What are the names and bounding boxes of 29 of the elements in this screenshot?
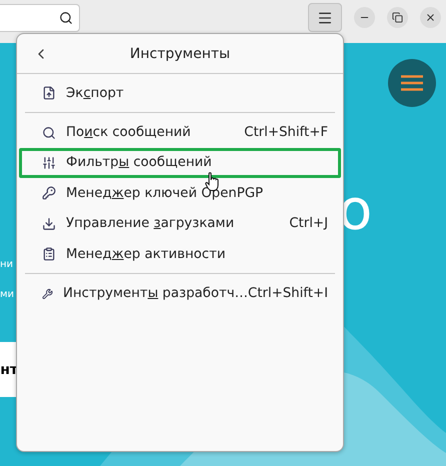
- wrench-icon: [42, 286, 54, 301]
- body-text: ми: [0, 289, 14, 300]
- search-icon: [59, 10, 73, 24]
- download-icon: [42, 216, 56, 231]
- sliders-icon: [42, 156, 56, 170]
- search-field[interactable]: [0, 4, 80, 32]
- menu-icon: [401, 75, 423, 91]
- clipboard-icon: [42, 247, 56, 262]
- shortcut-text: Ctrl+J: [289, 216, 328, 232]
- menu-item[interactable]: Поиск сообщений Ctrl+Shift+F: [19, 117, 341, 148]
- close-button[interactable]: [420, 7, 441, 28]
- menu-item[interactable]: Менеджер активности: [19, 238, 341, 270]
- menu-item[interactable]: Экспорт: [19, 78, 341, 108]
- shortcut-text: Ctrl+Shift+I: [248, 286, 328, 302]
- body-text: ни: [0, 259, 14, 270]
- export-icon: [42, 86, 56, 100]
- key-icon: [42, 186, 56, 200]
- restore-icon: [392, 12, 403, 23]
- search-icon: [42, 126, 56, 140]
- menu-item[interactable]: Фильтры сообщений: [19, 148, 341, 178]
- menu-item[interactable]: Инструменты разработч…Ctrl+Shift+I: [19, 278, 341, 309]
- menu-button[interactable]: [308, 3, 342, 32]
- restore-button[interactable]: [387, 7, 408, 28]
- close-icon: [425, 12, 436, 23]
- shortcut-text: Ctrl+Shift+F: [244, 125, 328, 140]
- menu-item[interactable]: Менеджер ключей OpenPGP: [19, 178, 341, 209]
- menu-icon: [317, 10, 333, 26]
- menu-title: Инструменты: [130, 46, 230, 62]
- menu-item[interactable]: Управление загрузками Ctrl+J: [19, 208, 341, 239]
